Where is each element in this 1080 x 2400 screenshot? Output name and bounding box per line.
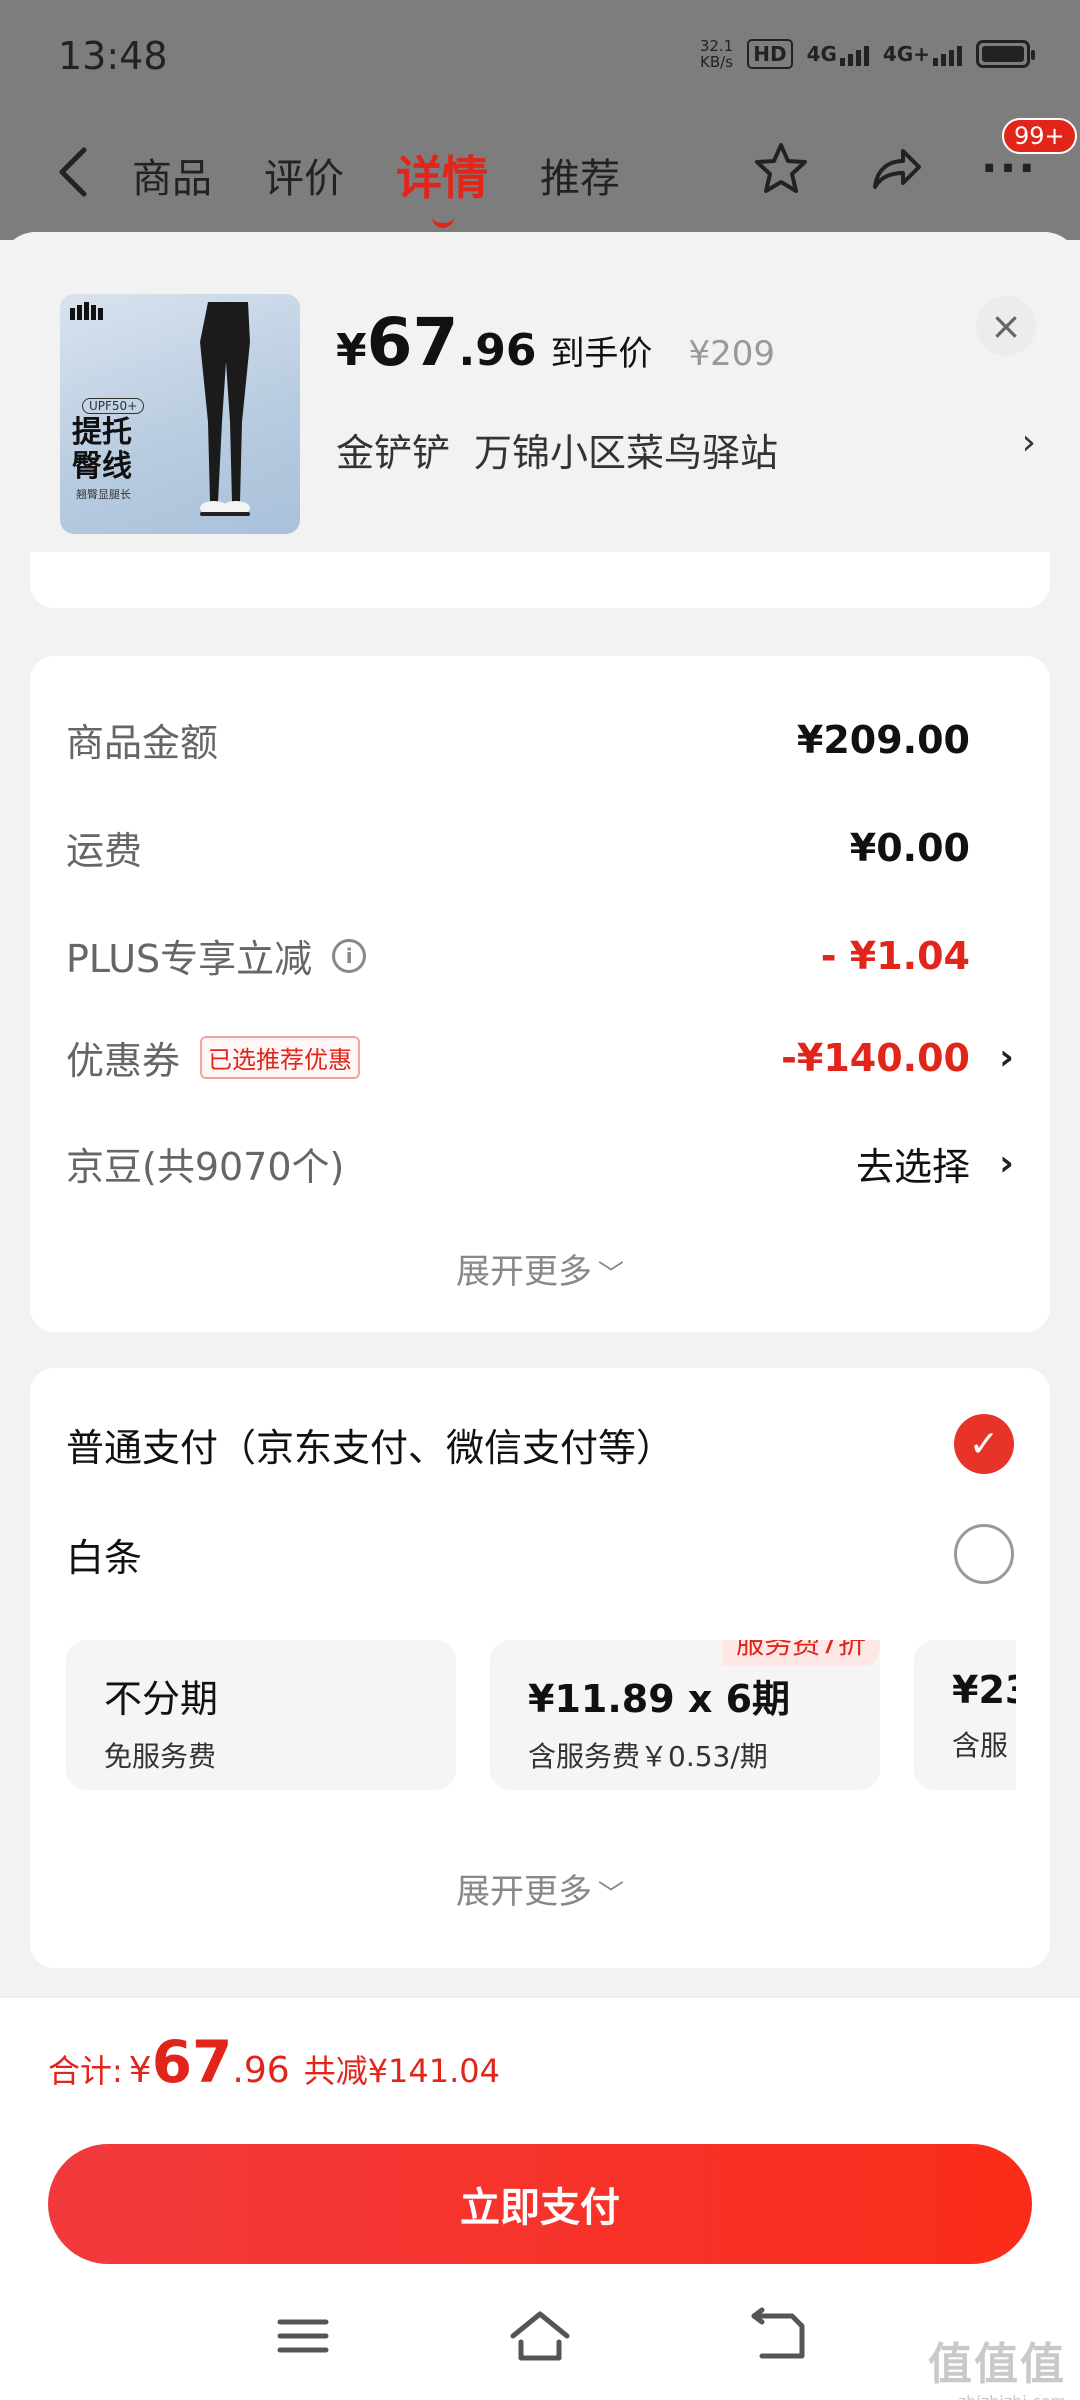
pay-now-button[interactable]: 立即支付 xyxy=(48,2144,1032,2264)
total-discount: 共减¥141.04 xyxy=(303,2052,501,2090)
address-text: 万锦小区菜鸟驿站 xyxy=(474,431,779,475)
delivery-address[interactable]: 金铲铲 万锦小区菜鸟驿站 xyxy=(336,422,1036,477)
expand-more-button[interactable]: 展开更多 ﹀ xyxy=(30,1864,1050,1913)
tab-details[interactable]: 详情 xyxy=(396,142,488,228)
nav-tabs: 商品 评价 详情 推荐 xyxy=(132,146,620,228)
signal-icon-1: 4G xyxy=(807,42,869,66)
home-icon[interactable] xyxy=(505,2306,575,2366)
menu-icon[interactable] xyxy=(268,2306,338,2366)
leggings-figure xyxy=(200,302,250,516)
chevron-down-icon: ﹀ xyxy=(597,1880,624,1910)
final-price-label: 到手价 xyxy=(550,334,653,374)
tab-reviews[interactable]: 评价 xyxy=(264,146,344,208)
row-jingdou[interactable]: 京豆(共9070个) 去选择 › xyxy=(66,1136,1014,1191)
final-price: ¥ 67 .96 到手价 ¥209 xyxy=(336,304,775,381)
chevron-right-icon: › xyxy=(999,1037,1014,1078)
expand-more-button[interactable]: 展开更多 ﹀ xyxy=(30,1244,1050,1293)
plan-6-installments[interactable]: 服务费7折 ¥11.89 x 6期 含服务费￥0.53/期 xyxy=(490,1640,880,1790)
recommended-tag: 已选推荐优惠 xyxy=(200,1036,361,1079)
chevron-down-icon: ﹀ xyxy=(597,1260,624,1290)
installment-plans: 不分期 免服务费 服务费7折 ¥11.89 x 6期 含服务费￥0.53/期 ¥… xyxy=(66,1640,1016,1790)
more-icon[interactable]: ··· 99+ xyxy=(978,118,1077,200)
recipient-name: 金铲铲 xyxy=(336,431,451,475)
radio-checked-icon[interactable]: ✓ xyxy=(954,1414,1014,1474)
product-image: UPF50+ 提托臀线 翘臀显腿长 xyxy=(60,294,300,534)
chevron-right-icon: › xyxy=(999,1143,1014,1184)
image-subtitle: 翘臀显腿长 xyxy=(76,488,131,501)
image-title: 提托臀线 xyxy=(72,415,132,484)
status-indicators: 32.1 KB/s HD 4G 4G+ xyxy=(699,37,1035,71)
tab-goods[interactable]: 商品 xyxy=(132,146,212,208)
back-icon[interactable] xyxy=(52,142,96,202)
collapsed-card xyxy=(30,552,1050,608)
tab-recommend[interactable]: 推荐 xyxy=(540,146,620,208)
row-plus-discount: PLUS专享立减 i - ¥1.04 xyxy=(66,933,970,982)
brand-logo-icon xyxy=(70,302,103,320)
radio-unchecked-icon[interactable] xyxy=(954,1524,1014,1584)
system-nav-bar xyxy=(0,2288,1080,2388)
close-button[interactable]: × xyxy=(976,296,1036,356)
back-nav-icon[interactable] xyxy=(744,2306,814,2366)
plan-no-installment[interactable]: 不分期 免服务费 xyxy=(66,1640,456,1790)
checkout-bottom-bar: 合计: ¥ 67 .96 共减¥141.04 立即支付 值值值 zhizhizh… xyxy=(0,1996,1080,2400)
chevron-right-icon[interactable]: › xyxy=(1022,422,1036,463)
share-icon[interactable] xyxy=(864,138,926,200)
message-badge: 99+ xyxy=(1002,118,1077,154)
status-time: 13:48 xyxy=(58,34,168,78)
image-upf-tag: UPF50+ xyxy=(82,398,145,414)
payment-option-normal[interactable]: 普通支付（京东支付、微信支付等） ✓ xyxy=(66,1404,1014,1484)
battery-icon xyxy=(976,40,1035,68)
original-price: ¥209 xyxy=(688,334,775,374)
star-icon[interactable] xyxy=(750,138,812,200)
nav-actions: ··· 99+ xyxy=(750,118,1077,200)
row-goods-amount: 商品金额 ¥209.00 xyxy=(66,717,970,766)
signal-icon-2: 4G+ xyxy=(883,42,962,66)
status-bar: 13:48 32.1 KB/s HD 4G 4G+ xyxy=(0,0,1080,120)
info-icon[interactable]: i xyxy=(332,938,367,973)
row-coupon[interactable]: 优惠券 已选推荐优惠 -¥140.00 › xyxy=(66,1030,1014,1085)
product-nav-bar: 商品 评价 详情 推荐 ··· 99+ xyxy=(0,118,1080,232)
site-watermark: 值值值 zhizhizhi.com xyxy=(928,2339,1066,2400)
product-header: UPF50+ 提托臀线 翘臀显腿长 ¥ 67 .96 到手价 ¥209 × 金铲… xyxy=(0,232,1080,552)
total-price: 合计: ¥ 67 .96 共减¥141.04 xyxy=(48,2028,501,2096)
plan-12-installments[interactable]: ¥23 含服 xyxy=(914,1640,1016,1790)
payment-method-card: 普通支付（京东支付、微信支付等） ✓ 白条 不分期 免服务费 服务费7折 ¥11… xyxy=(30,1368,1050,1968)
network-speed: 32.1 KB/s xyxy=(699,37,734,71)
discount-badge: 服务费7折 xyxy=(722,1640,880,1666)
payment-option-baitiao[interactable]: 白条 xyxy=(66,1514,1014,1594)
row-shipping: 运费 ¥0.00 xyxy=(66,825,970,874)
fee-breakdown-card: 商品金额 ¥209.00 运费 ¥0.00 PLUS专享立减 i - ¥1.04 … xyxy=(30,656,1050,1332)
hd-icon: HD xyxy=(747,39,793,69)
